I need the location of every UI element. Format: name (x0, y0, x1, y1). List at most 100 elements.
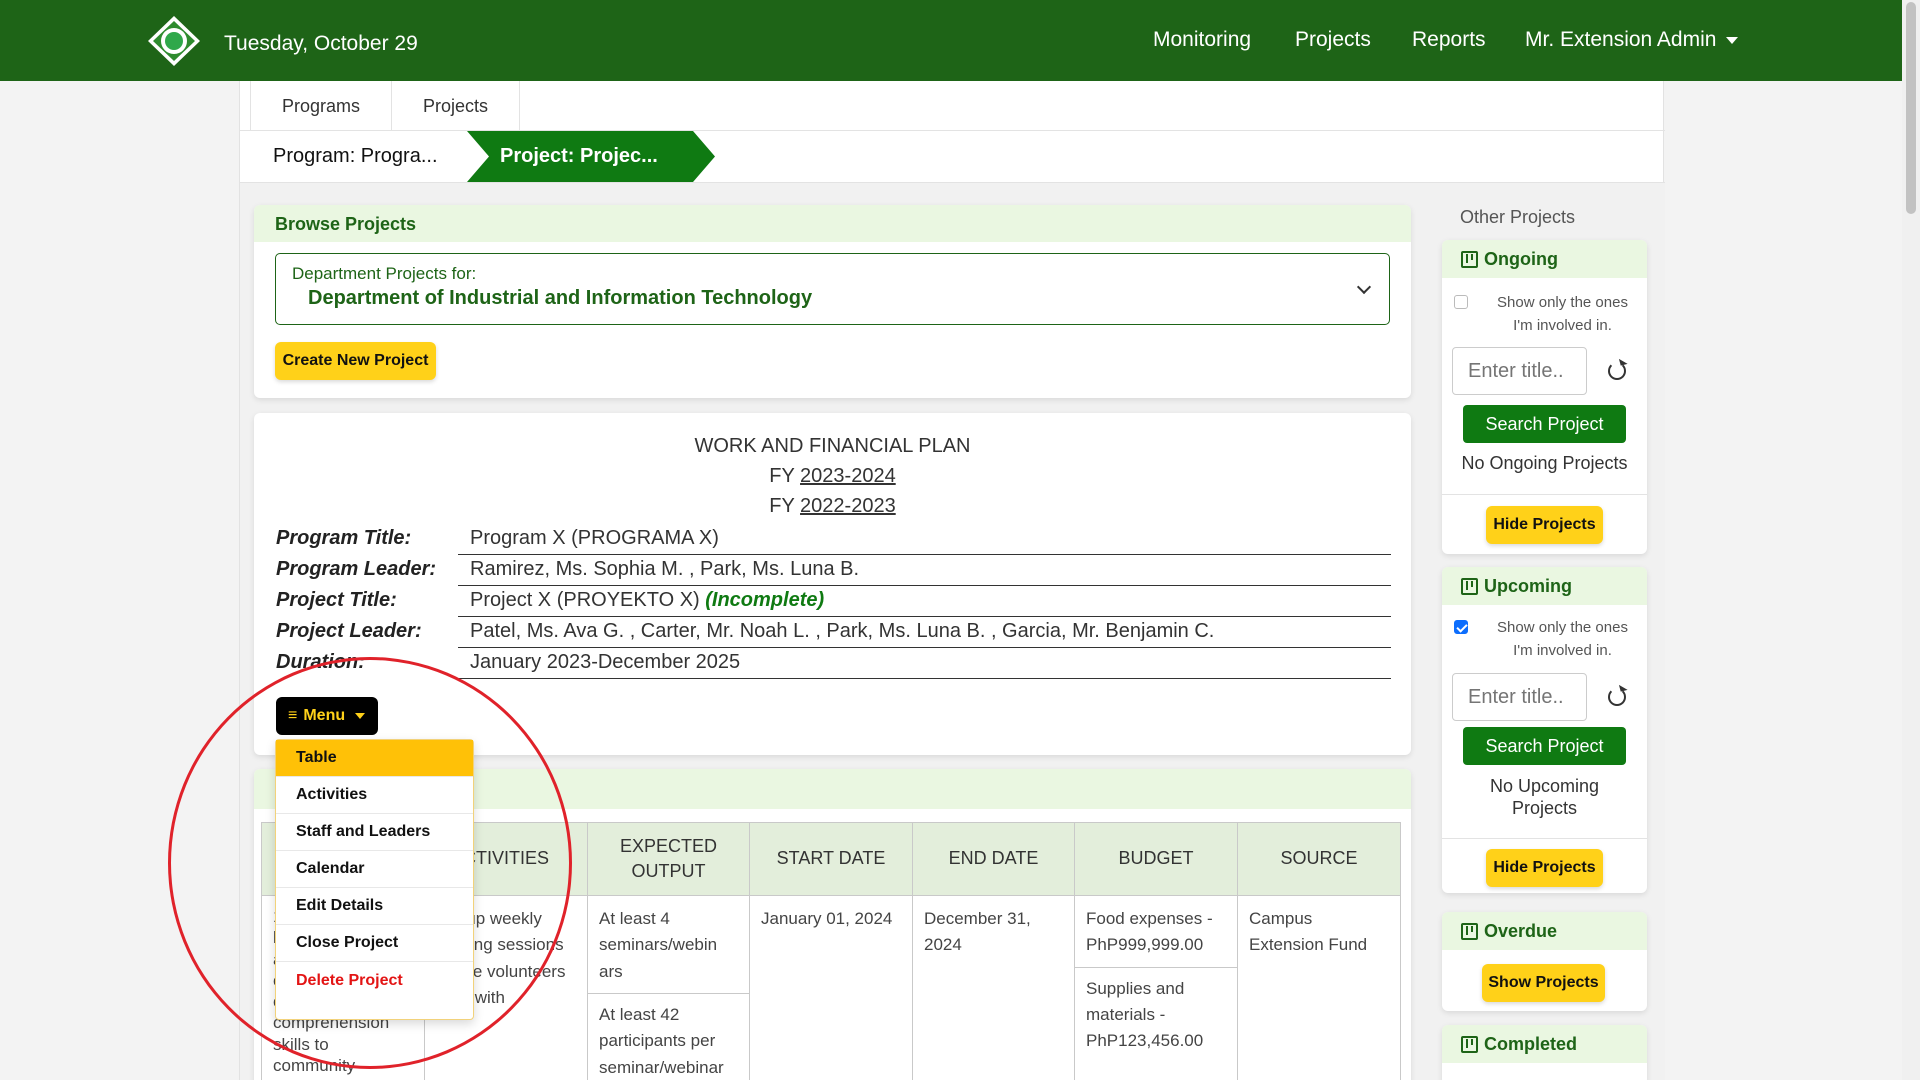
menu-button-label: Menu (303, 707, 346, 724)
fiscal-year-link-1[interactable]: 2023-2024 (800, 465, 896, 487)
nav-projects[interactable]: Projects (1295, 28, 1371, 52)
fiscal-year-2: FY 2022-2023 (254, 495, 1411, 518)
budget-item: Food expenses - PhP999,999.00 (1086, 909, 1213, 955)
project-board-icon (1461, 1035, 1478, 1053)
upcoming-header: Upcoming (1442, 567, 1647, 605)
menu-item-close-project[interactable]: Close Project (276, 925, 473, 962)
end-date-cell: December 31, 2024 (912, 895, 1075, 1080)
ongoing-hide-projects-button[interactable]: Hide Projects (1486, 506, 1603, 544)
project-title-row: Project Title: Project X (PROYEKTO X) (I… (276, 587, 1391, 617)
user-menu-toggle[interactable]: Mr. Extension Admin (1525, 28, 1739, 52)
fy-prefix: FY (769, 465, 795, 487)
tab-bar: Programs Projects (250, 81, 521, 131)
objective-fragment: skills to (273, 1034, 329, 1054)
source-cell: Campus Extension Fund (1237, 895, 1401, 1080)
top-navbar: Tuesday, October 29 Monitoring Projects … (0, 0, 1902, 81)
overdue-title: Overdue (1484, 920, 1558, 941)
fiscal-year-link-2[interactable]: 2022-2023 (800, 495, 896, 517)
column-header-expected-output: EXPECTED OUTPUT (587, 822, 750, 896)
program-leader-value: Ramirez, Ms. Sophia M. , Park, Ms. Luna … (458, 556, 1391, 586)
project-title-field: Project X (PROYEKTO X) (Incomplete) (458, 587, 1391, 617)
menu-item-table[interactable]: Table (276, 740, 473, 777)
overdue-show-projects-button[interactable]: Show Projects (1482, 964, 1605, 1002)
ongoing-title: Ongoing (1484, 248, 1558, 269)
ongoing-header: Ongoing (1442, 240, 1647, 278)
completed-projects-card: Completed (1442, 1025, 1647, 1080)
upcoming-involved-filter[interactable]: Show only the ones I'm involved in. (1454, 617, 1639, 662)
menu-item-activities[interactable]: Activities (276, 777, 473, 814)
project-leader-row: Project Leader: Patel, Ms. Ava G. , Cart… (276, 618, 1391, 648)
create-project-button[interactable]: Create New Project (275, 342, 436, 380)
duration-value: January 2023-December 2025 (458, 649, 1391, 679)
ongoing-involved-filter[interactable]: Show only the ones I'm involved in. (1454, 292, 1639, 337)
overdue-header: Overdue (1442, 912, 1647, 950)
column-header-source: SOURCE (1237, 822, 1401, 896)
fy-prefix: FY (769, 495, 795, 517)
start-date-cell: January 01, 2024 (749, 895, 913, 1080)
tab-projects[interactable]: Projects (391, 81, 521, 131)
menu-button[interactable]: ≡ Menu (276, 697, 378, 735)
column-header-end-date: END DATE (912, 822, 1075, 896)
current-date: Tuesday, October 29 (224, 32, 418, 55)
program-title-row: Program Title: Program X (PROGRAMA X) (276, 525, 1391, 555)
ongoing-involved-checkbox[interactable] (1454, 295, 1468, 309)
upcoming-search-input[interactable] (1452, 673, 1587, 721)
expected-output-item: At least 4 seminars/webin ars (599, 909, 718, 981)
card-divider (1442, 838, 1647, 839)
project-menu-dropdown: Table Activities Staff and Leaders Calen… (275, 739, 474, 1020)
fiscal-year-1: FY 2023-2024 (254, 465, 1411, 488)
scrollbar-thumb[interactable] (1906, 2, 1916, 214)
department-name: Department of Industrial and Information… (308, 287, 813, 309)
work-financial-plan-card: WORK AND FINANCIAL PLAN FY 2023-2024 FY … (254, 413, 1411, 755)
department-label: Department Projects for: (292, 264, 477, 283)
ongoing-search-button[interactable]: Search Project (1463, 405, 1626, 443)
project-board-icon (1461, 250, 1478, 268)
upcoming-involved-label: Show only the ones I'm involved in. (1497, 619, 1628, 659)
upcoming-hide-projects-button[interactable]: Hide Projects (1486, 849, 1603, 887)
upcoming-title: Upcoming (1484, 575, 1572, 596)
hamburger-icon: ≡ (288, 707, 298, 724)
project-board-icon (1461, 922, 1478, 940)
project-title-label: Project Title: (276, 589, 397, 611)
nav-reports[interactable]: Reports (1412, 28, 1486, 52)
menu-item-calendar[interactable]: Calendar (276, 851, 473, 888)
other-projects-title: Other Projects (1460, 207, 1576, 227)
column-header-start-date: START DATE (749, 822, 913, 896)
ongoing-search-input[interactable] (1452, 347, 1587, 395)
page-scrollbar[interactable] (1902, 0, 1920, 1080)
refresh-icon[interactable] (1608, 688, 1626, 706)
nav-monitoring[interactable]: Monitoring (1153, 28, 1251, 52)
expected-output-cell: At least 4 seminars/webin ars At least 4… (587, 895, 750, 1080)
app-logo-icon[interactable] (146, 14, 202, 68)
project-board-icon (1461, 577, 1478, 595)
program-title-value: Program X (PROGRAMA X) (458, 525, 1391, 555)
duration-row: Duration: January 2023-December 2025 (276, 649, 1391, 679)
browse-projects-card: Browse Projects Department Projects for:… (254, 205, 1411, 398)
menu-item-edit-details[interactable]: Edit Details (276, 888, 473, 925)
menu-item-staff-and-leaders[interactable]: Staff and Leaders (276, 814, 473, 851)
department-select[interactable]: Department Projects for: Department of I… (275, 253, 1390, 325)
breadcrumb-program[interactable]: Program: Progra... (250, 131, 467, 182)
overdue-projects-card: Overdue Show Projects (1442, 912, 1647, 1011)
upcoming-projects-card: Upcoming Show only the ones I'm involved… (1442, 567, 1647, 893)
program-leader-row: Program Leader: Ramirez, Ms. Sophia M. ,… (276, 556, 1391, 586)
upcoming-involved-checkbox[interactable] (1454, 620, 1468, 634)
plan-title: WORK AND FINANCIAL PLAN (694, 435, 971, 457)
ongoing-empty-message: No Ongoing Projects (1461, 453, 1628, 473)
card-divider (1442, 494, 1647, 495)
objective-fragment: community (273, 1055, 356, 1075)
breadcrumb-project[interactable]: Project: Projec... (467, 131, 715, 182)
caret-down-icon (1726, 36, 1739, 44)
project-status: (Incomplete) (705, 589, 825, 611)
tab-programs[interactable]: Programs (250, 81, 393, 131)
program-leader-label: Program Leader: (276, 558, 437, 580)
project-leader-value: Patel, Ms. Ava G. , Carter, Mr. Noah L. … (458, 618, 1391, 648)
upcoming-search-button[interactable]: Search Project (1463, 727, 1626, 765)
program-title-label: Program Title: (276, 527, 412, 549)
upcoming-empty-message: No Upcoming Projects (1489, 776, 1600, 818)
refresh-icon[interactable] (1608, 362, 1626, 380)
browse-projects-title: Browse Projects (254, 205, 1411, 242)
menu-item-delete-project[interactable]: Delete Project (276, 962, 473, 999)
duration-label: Duration: (276, 651, 365, 673)
user-name: Mr. Extension Admin (1525, 28, 1717, 51)
